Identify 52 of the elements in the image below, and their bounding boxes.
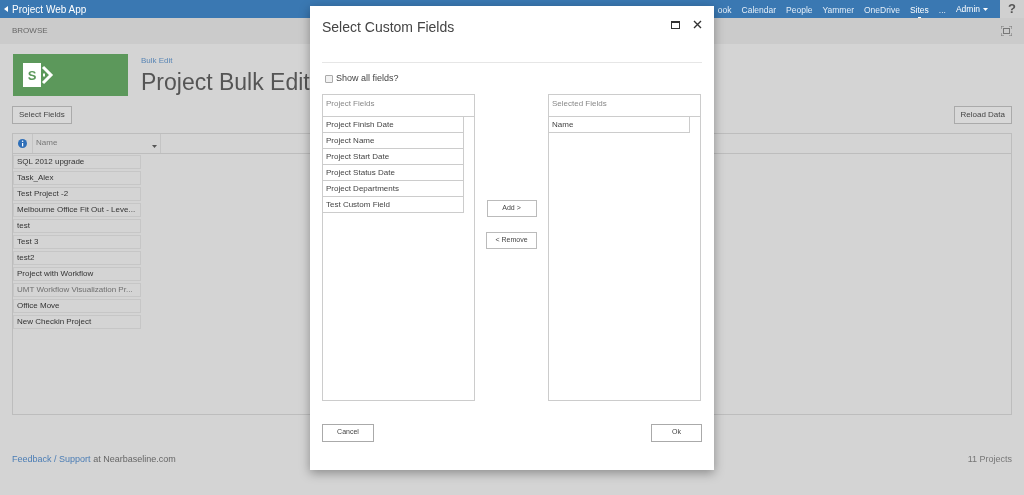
ribbon-tab[interactable]: BROWSE <box>12 25 48 37</box>
list-item[interactable]: Name <box>549 116 690 133</box>
focus-icon[interactable] <box>1001 26 1012 36</box>
table-cell: UMT Workflow Visualization Pr... <box>13 283 141 297</box>
maximize-icon[interactable] <box>671 21 680 29</box>
checkbox[interactable] <box>325 74 333 83</box>
table-cell: Test Project -2 <box>13 187 141 201</box>
checkbox-label[interactable]: Show all fields? <box>336 72 399 86</box>
table-cell: Project with Workflow <box>13 267 141 281</box>
table-cell: test2 <box>13 251 141 265</box>
select-fields-button[interactable]: Select Fields <box>12 106 72 124</box>
project-count: 11 Projects <box>967 453 1012 466</box>
separator-text: / <box>54 454 57 464</box>
list-item[interactable]: Project Status Date <box>323 164 464 181</box>
back-icon[interactable] <box>4 6 8 12</box>
caret-icon[interactable] <box>152 145 157 148</box>
list-heading: Selected Fields <box>549 94 700 117</box>
feedback-link[interactable]: Feedback <box>12 454 52 464</box>
nav-link[interactable]: ... <box>938 1 946 17</box>
table-cell: Office Move <box>13 299 141 313</box>
list-item[interactable]: Project Start Date <box>323 148 464 165</box>
breadcrumb-link[interactable]: Bulk Edit <box>141 55 310 67</box>
user-menu[interactable]: Admin <box>955 2 988 16</box>
dialog-title: Select Custom Fields <box>322 18 455 37</box>
list-item[interactable]: Project Finish Date <box>323 116 464 133</box>
nav-link[interactable]: OneDrive <box>864 1 900 17</box>
table-cell: test <box>13 219 141 233</box>
footer-text: at Nearbaseline.com <box>93 454 176 464</box>
list-item[interactable]: Test Custom Field <box>323 196 464 213</box>
table-cell: New Checkin Project <box>13 315 141 329</box>
caret-icon <box>983 7 988 11</box>
nav-link[interactable]: People <box>786 1 813 17</box>
support-link[interactable]: Support <box>59 454 91 464</box>
nav-link[interactable]: Calendar <box>741 1 777 17</box>
info-icon[interactable] <box>18 139 27 148</box>
page-title: Project Bulk Edit <box>141 68 310 97</box>
close-icon[interactable] <box>693 20 702 29</box>
table-cell: Test 3 <box>13 235 141 249</box>
app-name[interactable]: Project Web App <box>12 1 87 17</box>
list-heading: Project Fields <box>323 94 474 117</box>
nav-link[interactable]: ook <box>717 1 732 17</box>
nav-link[interactable]: Yammer <box>822 1 854 17</box>
column-label: Name <box>36 137 58 149</box>
table-cell: Task_Alex <box>13 171 141 185</box>
nav-link[interactable]: Sites <box>909 1 929 17</box>
table-cell: SQL 2012 upgrade <box>13 155 141 169</box>
help-button[interactable]: ? <box>1000 0 1024 18</box>
table-cell: Melbourne Office Fit Out - Leve... <box>13 203 141 217</box>
list-item[interactable]: Project Name <box>323 132 464 149</box>
column-header[interactable]: Name <box>33 134 161 153</box>
list-item[interactable]: Project Departments <box>323 180 464 197</box>
reload-data-button[interactable]: Reload Data <box>953 106 1012 124</box>
